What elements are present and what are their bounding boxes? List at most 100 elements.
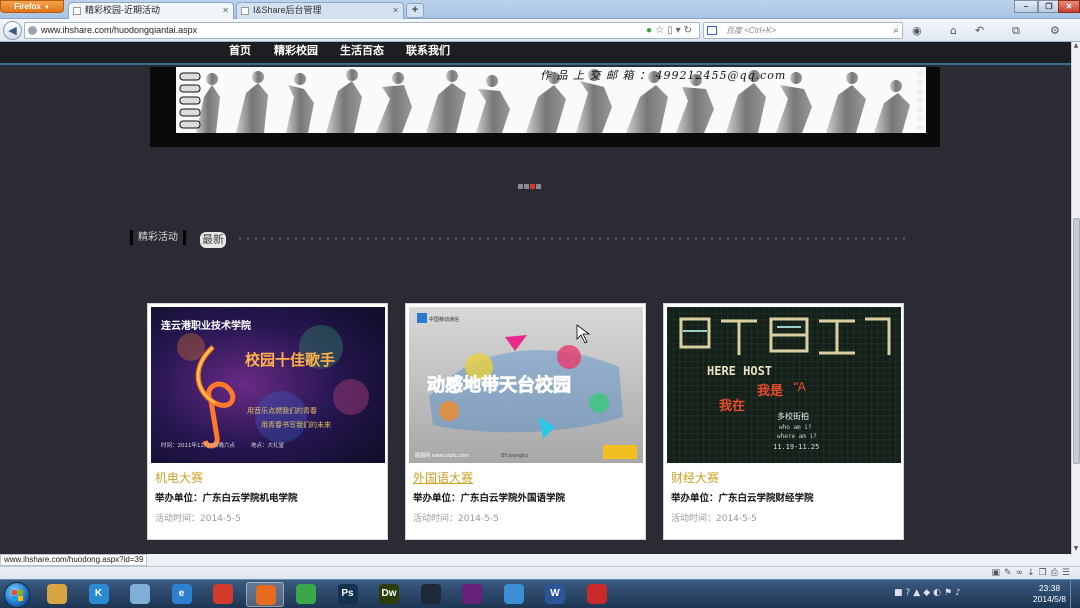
dropdown-icon[interactable]: ▾ (676, 25, 684, 36)
film-sprockets-graphic (914, 67, 926, 133)
undo-icon[interactable]: ↶ (975, 22, 984, 39)
poster-line2: 用青春书写我们的未来 (261, 420, 331, 429)
activity-title[interactable]: 财经大赛 (671, 469, 719, 486)
taskbar-visual-studio-button[interactable] (453, 582, 491, 607)
taskbar-kugou-button[interactable]: K (80, 582, 118, 607)
tab-admin[interactable]: I&Share后台管理 ✕ (236, 2, 404, 19)
crop-icon[interactable]: ⧉ (1012, 22, 1020, 39)
activity-card[interactable]: 动感地带天台校园 中国移动通信 昵图网 www.nipic.com BY:xia… (405, 303, 646, 540)
show-hidden-icons-icon[interactable]: ▲ (913, 588, 923, 598)
clock-date: 2014/5/8 (1032, 594, 1066, 604)
back-arrow-icon[interactable]: ◀ (3, 21, 22, 40)
vertical-scrollbar[interactable]: ▲ ▼ (1071, 42, 1080, 554)
activity-poster-image[interactable]: 动感地带天台校园 中国移动通信 昵图网 www.nipic.com BY:xia… (409, 307, 643, 463)
shield-icon[interactable]: ◆ (923, 588, 933, 598)
go-icon[interactable]: ● (646, 25, 655, 36)
status-link-url: www.ihshare.com/huodong.aspx?id=39 (0, 554, 148, 566)
browser-nav-bar: ◀ www.ihshare.com/huodongqiantai.aspx ●☆… (0, 19, 1080, 42)
addon-icon[interactable]: ◉ (912, 22, 922, 39)
section-header: 精彩活动 最新 (130, 230, 910, 248)
new-tab-button[interactable]: + (406, 3, 424, 18)
pager-dot[interactable] (536, 184, 541, 189)
tools-icon[interactable]: ⚙ (1050, 22, 1060, 39)
taskbar-network-button[interactable] (495, 582, 533, 607)
addon-screenshot-icon[interactable]: ▣ (992, 568, 1005, 578)
taskbar-notepad-button[interactable] (121, 582, 159, 607)
flag-icon[interactable]: ⚑ (944, 588, 955, 598)
close-tab-icon[interactable]: ✕ (392, 3, 399, 18)
volume-icon[interactable]: ♪ (955, 588, 964, 598)
nav-home[interactable]: 首页 (229, 42, 251, 58)
tab-active[interactable]: 精彩校园-近期活动 ✕ (68, 2, 234, 19)
taskbar-photoshop-button[interactable]: Ps (329, 582, 367, 607)
firefox-menu-button[interactable]: Firefox ▼ (0, 0, 64, 13)
poster-headline: 校园十佳歌手 (245, 351, 335, 369)
show-desktop-button[interactable] (1070, 580, 1080, 608)
poster-school: 连云港职业技术学院 (161, 319, 251, 332)
minimize-button[interactable]: – (1014, 0, 1038, 13)
addon-link-icon[interactable]: ∞ (1016, 568, 1028, 578)
taskbar-360-button[interactable] (287, 582, 325, 607)
activity-title[interactable]: 外国语大赛 (413, 469, 473, 486)
taskbar-recorder-button[interactable] (578, 582, 616, 607)
hero-banner[interactable]: 作 品 上 交 邮 箱 ： 499212455@qq.com (150, 67, 940, 147)
addon-list-icon[interactable]: ☰ (1062, 568, 1074, 578)
activity-poster-image[interactable]: HERE HOST 我是 “A 我在 多校街拍 who am i? where … (667, 307, 901, 463)
nav-campus[interactable]: 精彩校园 (274, 42, 318, 58)
taskbar-ie-button[interactable]: e (163, 582, 201, 607)
search-engine-icon[interactable] (707, 26, 717, 35)
addon-download-icon[interactable]: ↓ (1027, 568, 1039, 578)
taskbar-firefox-button[interactable] (245, 582, 284, 607)
kugou-icon: K (88, 584, 109, 604)
pager-dot-active[interactable] (530, 184, 535, 189)
notebook-spiral-graphic (176, 67, 206, 133)
activity-card[interactable]: 连云港职业技术学院 校园十佳歌手 用音乐点燃我们的青春 用青春书写我们的未来 时… (147, 303, 388, 540)
scroll-down-icon[interactable]: ▼ (1072, 545, 1080, 554)
site-identity-icon[interactable] (28, 26, 37, 35)
reload-icon[interactable]: ↻ (684, 25, 695, 36)
close-window-button[interactable]: ✕ (1058, 0, 1080, 13)
360-icon (296, 584, 316, 604)
activity-title[interactable]: 机电大赛 (155, 469, 203, 486)
page-favicon-icon (73, 7, 81, 15)
url-text: www.ihshare.com/huodongqiantai.aspx (41, 25, 198, 35)
nav-contact[interactable]: 联系我们 (406, 42, 450, 58)
search-bar[interactable]: 百度 <Ctrl+K> ⌕ (703, 22, 903, 39)
start-button[interactable] (4, 582, 30, 608)
mobile-icon[interactable]: ▯ (667, 25, 676, 36)
search-icon[interactable]: ⌕ (893, 23, 899, 38)
taskbar-dreamweaver-button[interactable]: Dw (370, 582, 408, 607)
tray-s-icon[interactable]: ■ (894, 588, 906, 598)
scroll-thumb[interactable] (1073, 218, 1080, 464)
bookmark-star-icon[interactable]: ☆ (655, 25, 667, 36)
carousel-pager (518, 174, 542, 189)
maximize-button[interactable]: ❐ (1038, 0, 1060, 13)
pager-dot[interactable] (524, 184, 529, 189)
network-icon (503, 584, 524, 604)
taskbar-chrome-button[interactable] (204, 582, 242, 607)
taskbar-file-explorer-button[interactable] (38, 582, 76, 607)
activity-poster-image[interactable]: 连云港职业技术学院 校园十佳歌手 用音乐点燃我们的青春 用青春书写我们的未来 时… (151, 307, 385, 463)
dotted-divider (236, 237, 910, 240)
addon-print-icon[interactable]: ⎙ (1051, 568, 1062, 578)
inkscape-icon (420, 584, 441, 604)
network-icon[interactable]: ◐ (933, 588, 944, 598)
page-favicon-icon (241, 7, 249, 15)
poster-id-text: BY:xiangliu (501, 453, 528, 459)
taskbar-inkscape-button[interactable] (412, 582, 450, 607)
nav-life[interactable]: 生活百态 (340, 42, 384, 58)
addon-window-icon[interactable]: ❐ (1039, 568, 1051, 578)
clock[interactable]: 23:38 2014/5/8 (1033, 583, 1066, 605)
close-tab-icon[interactable]: ✕ (222, 3, 229, 18)
scroll-up-icon[interactable]: ▲ (1072, 42, 1080, 51)
addon-brush-icon[interactable]: ✎ (1004, 568, 1016, 578)
activity-card[interactable]: HERE HOST 我是 “A 我在 多校街拍 who am i? where … (663, 303, 904, 540)
home-icon[interactable]: ⌂ (950, 22, 957, 39)
taskbar-word-button[interactable]: W (536, 582, 574, 607)
activity-organizer: 举办单位：广东白云学院财经学院 (671, 493, 814, 504)
tab-latest[interactable]: 最新 (200, 232, 226, 248)
poster-line1: 用音乐点燃我们的青春 (247, 406, 317, 415)
tab-title: 精彩校园-近期活动 (85, 5, 160, 15)
pager-dot[interactable] (518, 184, 523, 189)
address-bar[interactable]: www.ihshare.com/huodongqiantai.aspx ●☆▯▾… (24, 22, 700, 39)
